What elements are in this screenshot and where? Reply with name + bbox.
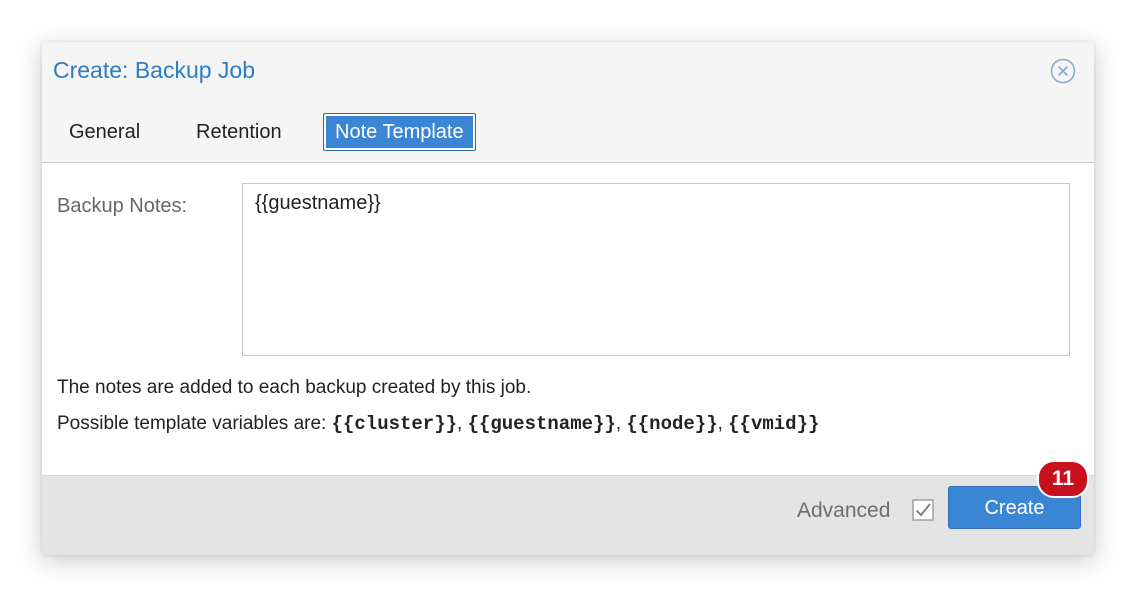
variable-cluster: {{cluster}} xyxy=(331,413,458,435)
dialog-footer: Advanced Create xyxy=(42,475,1094,555)
backup-notes-label: Backup Notes: xyxy=(57,195,188,217)
help-text-prefix: Possible template variables are: xyxy=(57,413,332,434)
advanced-label: Advanced xyxy=(797,499,891,522)
backup-notes-textarea[interactable]: {{guestname}} xyxy=(242,183,1070,356)
tab-general[interactable]: General xyxy=(69,113,140,151)
notification-badge: 11 xyxy=(1037,460,1089,498)
create-backup-job-dialog: Create: Backup Job General Retention Not… xyxy=(42,42,1094,555)
help-text-line2: Possible template variables are: {{clust… xyxy=(57,413,819,435)
variable-node: {{node}} xyxy=(626,413,718,435)
dialog-body: Backup Notes: {{guestname}} The notes ar… xyxy=(42,163,1094,475)
separator: , xyxy=(457,413,468,434)
tab-note-template[interactable]: Note Template xyxy=(323,113,476,151)
advanced-checkbox[interactable] xyxy=(912,499,934,521)
variable-guestname: {{guestname}} xyxy=(467,413,616,435)
tab-bar: General Retention Note Template xyxy=(42,98,1094,163)
checkmark-icon xyxy=(912,499,934,521)
help-text-line1: The notes are added to each backup creat… xyxy=(57,377,532,398)
separator: , xyxy=(615,413,627,434)
dialog-titlebar: Create: Backup Job xyxy=(42,42,1094,98)
separator: , xyxy=(717,413,729,434)
variable-vmid: {{vmid}} xyxy=(728,413,820,435)
tab-retention[interactable]: Retention xyxy=(196,113,282,151)
dialog-title: Create: Backup Job xyxy=(53,57,256,83)
close-icon[interactable] xyxy=(1050,58,1076,84)
